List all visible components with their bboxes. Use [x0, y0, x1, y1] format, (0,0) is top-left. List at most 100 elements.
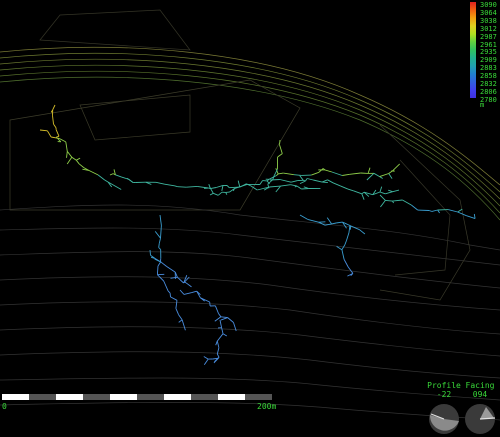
passage-segment — [234, 183, 248, 190]
passage-segment — [216, 340, 220, 348]
passage-segment — [65, 141, 68, 152]
passage-segment — [75, 159, 80, 165]
passage-segment — [296, 185, 302, 190]
passage-segment — [157, 274, 165, 282]
passage-branch — [388, 173, 393, 179]
passage-segment — [210, 187, 217, 190]
scale-segment — [110, 394, 137, 400]
passage-segment — [164, 183, 175, 187]
passage-segment — [175, 308, 180, 315]
passage-segment — [311, 171, 320, 176]
passage-segment — [214, 305, 219, 314]
legend-label: 2806 — [480, 87, 497, 96]
passage-segment — [221, 327, 224, 334]
passage-segment — [306, 178, 314, 181]
passage-segment — [216, 353, 220, 358]
passage-segment — [379, 173, 389, 178]
passage-branch — [366, 172, 375, 181]
passage-segment — [115, 174, 122, 178]
passage-segment — [277, 153, 283, 158]
passage-segment — [307, 218, 319, 223]
passage-segment — [269, 185, 281, 188]
passage-segment — [411, 204, 419, 211]
cave-survey-view[interactable] — [0, 0, 500, 437]
passage-branch — [380, 200, 386, 208]
passage-segment — [457, 211, 467, 217]
passage-segment — [321, 179, 328, 183]
passage-branch — [326, 217, 332, 225]
passage-segment — [179, 289, 185, 295]
passage-branch — [388, 189, 393, 193]
passage-segment — [269, 179, 280, 181]
profile-dial-icon — [429, 404, 459, 434]
passage-branch — [66, 156, 73, 165]
passage-branch — [437, 209, 440, 214]
passage-segment — [431, 209, 438, 212]
passage-segment — [385, 199, 393, 202]
passage-segment — [346, 232, 350, 241]
legend-label: 2987 — [480, 32, 497, 41]
passage-segment — [353, 190, 362, 195]
passage-segment — [175, 300, 178, 309]
passage-segment — [336, 221, 343, 224]
scale-segment — [245, 394, 272, 400]
passage-segment — [359, 229, 366, 235]
passage-segment — [428, 210, 433, 212]
passage-segment — [178, 314, 183, 321]
passage-segment — [227, 317, 234, 323]
profile-title: Profile — [427, 381, 461, 390]
passage-segment — [318, 168, 324, 173]
passage-segment — [340, 185, 349, 190]
passage-branch — [361, 193, 365, 200]
passage-branch — [367, 167, 371, 174]
passage-segment — [347, 188, 354, 192]
passage-segment — [185, 282, 192, 288]
passage-segment — [331, 171, 343, 176]
passage-branch — [154, 231, 161, 239]
passage-segment — [158, 247, 162, 250]
passage-segment — [279, 144, 283, 154]
passage-segment — [342, 173, 350, 176]
scale-bar: 0 200m — [2, 394, 276, 411]
profile-gauge[interactable]: Profile -22 — [424, 381, 464, 437]
passage-segment — [161, 261, 167, 267]
passage-segment — [331, 222, 337, 225]
passage-segment — [402, 199, 412, 206]
passage-segment — [293, 174, 302, 176]
facing-title: Facing — [465, 381, 495, 390]
passage-segment — [191, 290, 197, 294]
facing-gauge[interactable]: Facing 094 — [460, 381, 500, 437]
passage-segment — [373, 172, 380, 177]
passage-segment — [283, 172, 294, 176]
passage-segment — [167, 290, 171, 294]
passage-segment — [158, 238, 161, 244]
passage-segment — [290, 184, 298, 187]
passage-segment — [156, 265, 159, 275]
passage-segment — [177, 186, 187, 188]
legend-label: 3038 — [480, 16, 497, 25]
passage-branch — [294, 185, 298, 188]
passage-segment — [379, 191, 386, 195]
passage-branch — [237, 180, 241, 188]
passage-segment — [324, 169, 333, 173]
passage-branch — [76, 157, 81, 161]
scale-segment — [191, 394, 218, 400]
scale-segment — [218, 394, 245, 400]
passage-segment — [392, 199, 403, 202]
passage-segment — [166, 266, 176, 273]
passage-segment — [343, 259, 349, 268]
passage-segment — [71, 156, 77, 161]
passage-segment — [305, 178, 308, 182]
passage-segment — [313, 179, 323, 183]
passage-segment — [327, 179, 334, 184]
passage-branch — [221, 185, 224, 191]
passage-branch — [222, 333, 228, 337]
elevation-unit-label: m — [480, 101, 485, 109]
passage-segment — [278, 172, 284, 175]
elevation-legend: 3090 3064 3038 3012 2987 2961 2935 2909 2883 2858… — [470, 2, 500, 109]
passage-segment — [361, 191, 365, 195]
passage-segment — [158, 243, 160, 248]
passage-segment — [39, 129, 48, 132]
scale-segment — [164, 394, 191, 400]
scale-segment — [2, 394, 29, 400]
